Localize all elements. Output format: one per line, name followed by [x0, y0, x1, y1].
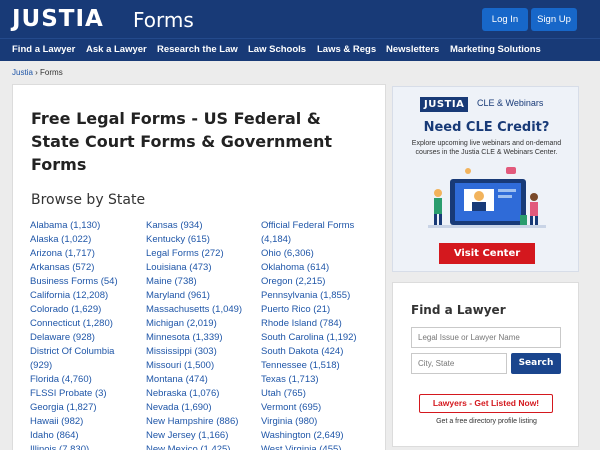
state-link[interactable]: South Carolina (1,192): [261, 331, 357, 345]
state-link[interactable]: Legal Forms (272): [146, 247, 242, 261]
state-link[interactable]: District Of Columbia: [30, 345, 118, 359]
cle-logo-sub: CLE & Webinars: [477, 98, 544, 108]
state-link[interactable]: Louisiana (473): [146, 261, 242, 275]
state-link[interactable]: Maryland (961): [146, 289, 242, 303]
find-lawyer-title: Find a Lawyer: [411, 303, 506, 317]
state-link[interactable]: Business Forms (54): [30, 275, 118, 289]
justia-logo[interactable]: JUSTIA: [12, 6, 104, 32]
nav-laws-regs[interactable]: Laws & Regs: [317, 44, 376, 55]
state-link[interactable]: Connecticut (1,280): [30, 317, 118, 331]
get-listed-button[interactable]: Lawyers - Get Listed Now!: [419, 394, 553, 413]
state-link[interactable]: Arkansas (572): [30, 261, 118, 275]
state-link[interactable]: Massachusetts (1,049): [146, 303, 242, 317]
state-link[interactable]: Puerto Rico (21): [261, 303, 357, 317]
state-link[interactable]: Idaho (864): [30, 429, 118, 443]
state-link[interactable]: Maine (738): [146, 275, 242, 289]
state-link[interactable]: Georgia (1,827): [30, 401, 118, 415]
state-link[interactable]: New Mexico (1,425): [146, 443, 242, 450]
main-nav: Find a Lawyer Ask a Lawyer Research the …: [0, 38, 600, 61]
state-link[interactable]: Official Federal Forms: [261, 219, 357, 233]
state-link[interactable]: (4,184): [261, 233, 357, 247]
nav-newsletters[interactable]: Newsletters: [386, 44, 439, 55]
webinar-illustration: [428, 167, 546, 228]
site-header: JUSTIA Forms Log In Sign Up: [0, 0, 600, 38]
breadcrumb-current: Forms: [40, 68, 63, 77]
state-link[interactable]: Nebraska (1,076): [146, 387, 242, 401]
state-link[interactable]: Delaware (928): [30, 331, 118, 345]
state-link[interactable]: Ohio (6,306): [261, 247, 357, 261]
cle-description: Explore upcoming live webinars and on-de…: [411, 140, 562, 156]
nav-marketing[interactable]: Marketing Solutions: [450, 44, 541, 55]
page-title: Free Legal Forms - US Federal & State Co…: [31, 109, 332, 174]
state-link[interactable]: Florida (4,760): [30, 373, 118, 387]
state-link[interactable]: West Virginia (455): [261, 443, 357, 450]
signup-button[interactable]: Sign Up: [531, 8, 577, 31]
location-input[interactable]: City, State: [411, 353, 507, 374]
browse-heading: Browse by State: [31, 192, 146, 208]
login-button[interactable]: Log In: [482, 8, 528, 31]
cle-logo: JUSTIA: [420, 97, 469, 112]
state-column-3: Official Federal Forms (4,184) Ohio (6,306…: [261, 219, 357, 450]
state-link[interactable]: Arizona (1,717): [30, 247, 118, 261]
state-link[interactable]: Vermont (695): [261, 401, 357, 415]
state-link[interactable]: Illinois (7,830): [30, 443, 118, 450]
state-link[interactable]: Montana (474): [146, 373, 242, 387]
section-title[interactable]: Forms: [133, 8, 194, 32]
listing-note: Get a free directory profile listing: [436, 418, 537, 425]
breadcrumb-sep: ›: [35, 68, 38, 77]
state-link[interactable]: Alaska (1,022): [30, 233, 118, 247]
breadcrumb: Justia › Forms: [12, 68, 63, 77]
state-link[interactable]: Missouri (1,500): [146, 359, 242, 373]
state-link[interactable]: Washington (2,649): [261, 429, 357, 443]
state-column-2: Kansas (934) Kentucky (615) Legal Forms (2…: [146, 219, 242, 450]
legal-issue-input[interactable]: Legal Issue or Lawyer Name: [411, 327, 561, 348]
state-link[interactable]: Oklahoma (614): [261, 261, 357, 275]
state-link[interactable]: Tennessee (1,518): [261, 359, 357, 373]
state-link[interactable]: Colorado (1,629): [30, 303, 118, 317]
state-link[interactable]: Minnesota (1,339): [146, 331, 242, 345]
nav-research-law[interactable]: Research the Law: [157, 44, 238, 55]
state-link[interactable]: Oregon (2,215): [261, 275, 357, 289]
state-column-1: Alabama (1,130) Alaska (1,022) Arizona (1,…: [30, 219, 118, 450]
state-link[interactable]: (929): [30, 359, 118, 373]
state-link[interactable]: California (12,208): [30, 289, 118, 303]
state-link[interactable]: Mississippi (303): [146, 345, 242, 359]
state-link[interactable]: Rhode Island (784): [261, 317, 357, 331]
breadcrumb-home[interactable]: Justia: [12, 68, 33, 77]
nav-find-lawyer[interactable]: Find a Lawyer: [12, 44, 75, 55]
nav-law-schools[interactable]: Law Schools: [248, 44, 306, 55]
state-link[interactable]: FLSSI Probate (3): [30, 387, 118, 401]
state-link[interactable]: Kentucky (615): [146, 233, 242, 247]
state-link[interactable]: Michigan (2,019): [146, 317, 242, 331]
state-link[interactable]: Hawaii (982): [30, 415, 118, 429]
cle-heading: Need CLE Credit?: [423, 120, 550, 135]
nav-ask-lawyer[interactable]: Ask a Lawyer: [86, 44, 147, 55]
state-link[interactable]: South Dakota (424): [261, 345, 357, 359]
state-link[interactable]: Utah (765): [261, 387, 357, 401]
find-lawyer-widget: Find a Lawyer Legal Issue or Lawyer Name…: [392, 282, 579, 447]
visit-center-button[interactable]: Visit Center: [439, 243, 535, 264]
state-link[interactable]: Alabama (1,130): [30, 219, 118, 233]
state-link[interactable]: Pennsylvania (1,855): [261, 289, 357, 303]
state-link[interactable]: Kansas (934): [146, 219, 242, 233]
search-button[interactable]: Search: [511, 353, 561, 374]
state-link[interactable]: Texas (1,713): [261, 373, 357, 387]
state-link[interactable]: Virginia (980): [261, 415, 357, 429]
main-content: Free Legal Forms - US Federal & State Co…: [12, 84, 386, 450]
cle-promo: JUSTIA CLE & Webinars Need CLE Credit? E…: [392, 86, 579, 272]
state-link[interactable]: Nevada (1,690): [146, 401, 242, 415]
state-link[interactable]: New Jersey (1,166): [146, 429, 242, 443]
state-link[interactable]: New Hampshire (886): [146, 415, 242, 429]
